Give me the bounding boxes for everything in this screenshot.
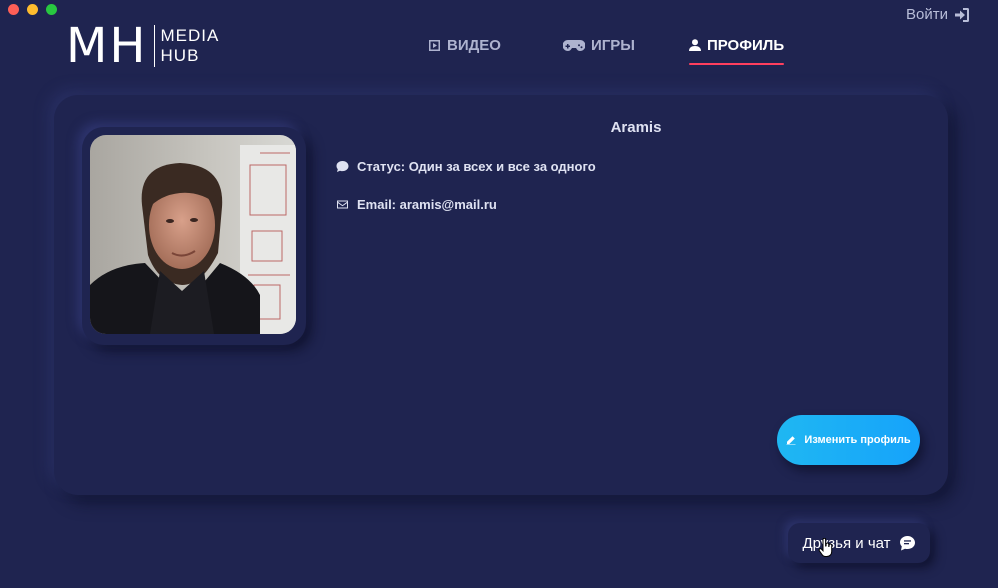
gamepad-icon — [562, 39, 585, 51]
avatar-frame — [82, 127, 306, 345]
play-square-icon — [429, 39, 440, 51]
friends-chat-label: Друзья и чат — [802, 534, 891, 552]
logo-mark: MH — [66, 18, 148, 74]
media-hub-logo[interactable]: MH MEDIA HUB — [66, 22, 219, 70]
pencil-icon — [786, 436, 796, 445]
nav-active-underline — [688, 63, 785, 65]
profile-username: Aramis — [610, 119, 662, 136]
main-nav: ВИДЕО ИГРЫ ПРОФИЛЬ — [428, 36, 785, 65]
profile-email: Email: aramis@mail.ru — [336, 197, 497, 212]
edit-profile-label: Изменить профиль — [804, 434, 911, 446]
edit-profile-button[interactable]: Изменить профиль — [777, 415, 920, 465]
login-button[interactable]: Войти — [906, 6, 970, 23]
chat-bubble-icon — [899, 535, 915, 550]
avatar-photo — [90, 135, 296, 334]
login-label: Войти — [906, 6, 948, 23]
profile-card: Aramis Статус: Один за всех и все за одн… — [54, 95, 948, 495]
user-icon — [688, 39, 701, 51]
friends-chat-button[interactable]: Друзья и чат — [788, 523, 930, 563]
nav-video-label: ВИДЕО — [447, 36, 501, 54]
logo-line-1: MEDIA — [160, 26, 220, 45]
speech-bubble-icon — [336, 161, 349, 172]
avatar[interactable] — [90, 135, 296, 334]
envelope-icon — [337, 200, 348, 209]
logo-line-2: HUB — [160, 46, 200, 65]
profile-email-text: Email: aramis@mail.ru — [357, 197, 497, 212]
profile-status: Статус: Один за всех и все за одного — [336, 159, 596, 174]
logo-divider — [153, 25, 155, 67]
window-close-button[interactable] — [8, 4, 19, 15]
hand-pointer-cursor-icon — [818, 538, 833, 557]
nav-profile-label: ПРОФИЛЬ — [706, 36, 785, 54]
nav-video[interactable]: ВИДЕО — [428, 36, 501, 54]
nav-profile[interactable]: ПРОФИЛЬ — [688, 36, 785, 65]
profile-status-text: Статус: Один за всех и все за одного — [357, 159, 596, 174]
window-maximize-button[interactable] — [46, 4, 57, 15]
nav-games-label: ИГРЫ — [590, 36, 635, 54]
nav-games[interactable]: ИГРЫ — [562, 36, 635, 54]
logo-wordmark: MEDIA HUB — [161, 26, 220, 66]
window-controls — [8, 4, 57, 15]
sign-in-icon — [955, 7, 969, 22]
window-minimize-button[interactable] — [27, 4, 38, 15]
